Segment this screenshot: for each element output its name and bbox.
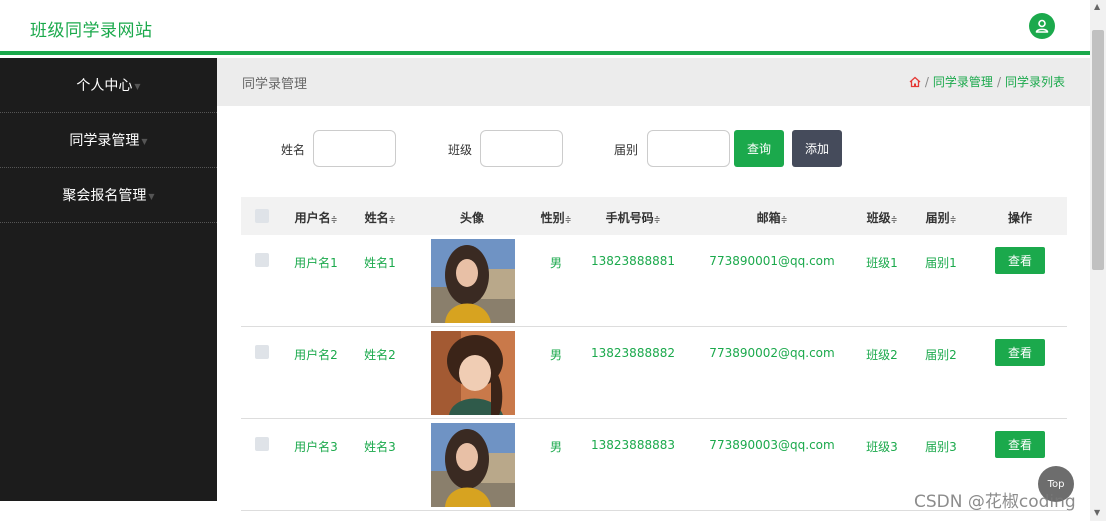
table-row: 用户名1 姓名1 男 13823888881 773890001@qq.com … <box>241 235 1067 327</box>
scroll-thumb[interactable] <box>1092 30 1104 270</box>
avatar <box>431 423 515 507</box>
row-checkbox[interactable] <box>255 437 269 451</box>
cell-grade: 届别1 <box>925 256 957 270</box>
caret-down-icon: ▼ <box>148 191 155 201</box>
cell-username: 用户名3 <box>294 440 338 454</box>
column-header-action: 操作 <box>1007 211 1033 225</box>
cell-phone: 13823888882 <box>591 346 675 360</box>
caret-down-icon: ▼ <box>134 81 141 91</box>
breadcrumb-separator: / <box>996 74 1001 89</box>
add-button[interactable]: 添加 <box>792 130 842 167</box>
class-label: 班级 <box>448 143 473 157</box>
sort-icon: ≑ <box>780 215 788 224</box>
user-button[interactable] <box>1029 13 1055 39</box>
class-input[interactable] <box>480 130 563 167</box>
table-header: 用户名≑ 姓名≑ 头像 性别≑ 手机号码≑ 邮箱≑ 班级≑ 届别≑ 操作 <box>241 197 1067 235</box>
column-header-phone[interactable]: 手机号码≑ <box>606 209 661 226</box>
avatar <box>431 331 515 415</box>
user-icon <box>1035 19 1049 33</box>
name-label: 姓名 <box>281 143 306 157</box>
row-checkbox[interactable] <box>255 253 269 267</box>
query-button[interactable]: 查询 <box>734 130 784 167</box>
cell-email: 773890003@qq.com <box>709 438 835 452</box>
breadcrumb-item-list: 同学录列表 <box>1004 75 1065 89</box>
search-form: 姓名 班级 届别 查询 添加 <box>0 130 1090 167</box>
home-icon[interactable] <box>909 76 921 88</box>
sort-icon: ≑ <box>564 215 572 224</box>
cell-class: 班级3 <box>866 440 898 454</box>
avatar <box>431 239 515 323</box>
top-header: 班级同学录网站 <box>0 0 1090 55</box>
cell-class: 班级2 <box>866 348 898 362</box>
cell-phone: 13823888881 <box>591 254 675 268</box>
grade-label: 届别 <box>614 143 639 157</box>
table-row: 用户名2 姓名2 男 13823888882 773890002@qq.com … <box>241 327 1067 419</box>
cell-name: 姓名1 <box>364 256 396 270</box>
cell-grade: 届别2 <box>925 348 957 362</box>
watermark: CSDN @花椒coding <box>914 492 1076 512</box>
cell-grade: 届别3 <box>925 440 957 454</box>
classmates-table: 用户名≑ 姓名≑ 头像 性别≑ 手机号码≑ 邮箱≑ 班级≑ 届别≑ 操作 用户名… <box>241 197 1067 511</box>
cell-gender: 男 <box>549 440 563 454</box>
cell-gender: 男 <box>549 348 563 362</box>
sort-icon: ≑ <box>653 215 661 224</box>
page-title: 同学录管理 <box>242 77 308 92</box>
row-checkbox[interactable] <box>255 345 269 359</box>
column-header-email[interactable]: 邮箱≑ <box>757 209 788 226</box>
cell-gender: 男 <box>549 256 563 270</box>
cell-phone: 13823888883 <box>591 438 675 452</box>
sort-icon: ≑ <box>890 215 898 224</box>
sidebar: 个人中心 ▼ 同学录管理 ▼ 聚会报名管理 ▼ <box>0 58 217 501</box>
column-header-grade[interactable]: 届别≑ <box>926 209 957 226</box>
column-header-gender[interactable]: 性别≑ <box>541 209 572 226</box>
cell-email: 773890002@qq.com <box>709 346 835 360</box>
scroll-up-arrow-icon[interactable]: ▲ <box>1094 2 1100 11</box>
view-button[interactable]: 查看 <box>995 339 1045 366</box>
page: 班级同学录网站 个人中心 ▼ 同学录管理 ▼ 聚会报名管理 ▼ 同学录管理 / … <box>0 0 1106 521</box>
scrollbar[interactable]: ▲ ▼ <box>1090 0 1106 521</box>
sidebar-item-reunion[interactable]: 聚会报名管理 ▼ <box>0 168 217 223</box>
column-header-username[interactable]: 用户名≑ <box>295 209 338 226</box>
content-title-bar: 同学录管理 / 同学录管理 / 同学录列表 <box>217 58 1090 106</box>
cell-name: 姓名2 <box>364 348 396 362</box>
cell-username: 用户名2 <box>294 348 338 362</box>
breadcrumb-separator: / <box>924 74 929 89</box>
breadcrumb-item-classmates[interactable]: 同学录管理 <box>933 73 993 90</box>
sidebar-item-label: 个人中心 <box>76 78 133 94</box>
name-input[interactable] <box>313 130 396 167</box>
column-header-name[interactable]: 姓名≑ <box>365 209 396 226</box>
column-header-avatar: 头像 <box>459 211 485 225</box>
cell-name: 姓名3 <box>364 440 396 454</box>
sort-icon: ≑ <box>330 215 338 224</box>
view-button[interactable]: 查看 <box>995 247 1045 274</box>
cell-class: 班级1 <box>866 256 898 270</box>
site-title[interactable]: 班级同学录网站 <box>30 16 153 41</box>
cell-username: 用户名1 <box>294 256 338 270</box>
column-header-class[interactable]: 班级≑ <box>867 209 898 226</box>
breadcrumb: / 同学录管理 / 同学录列表 <box>909 73 1065 90</box>
sidebar-item-personal-center[interactable]: 个人中心 ▼ <box>0 58 217 113</box>
sidebar-item-label: 聚会报名管理 <box>62 188 147 204</box>
view-button[interactable]: 查看 <box>995 431 1045 458</box>
cell-email: 773890001@qq.com <box>709 254 835 268</box>
grade-input[interactable] <box>647 130 730 167</box>
sort-icon: ≑ <box>388 215 396 224</box>
select-all-checkbox[interactable] <box>255 209 269 223</box>
scroll-down-arrow-icon[interactable]: ▼ <box>1094 508 1100 517</box>
sort-icon: ≑ <box>949 215 957 224</box>
